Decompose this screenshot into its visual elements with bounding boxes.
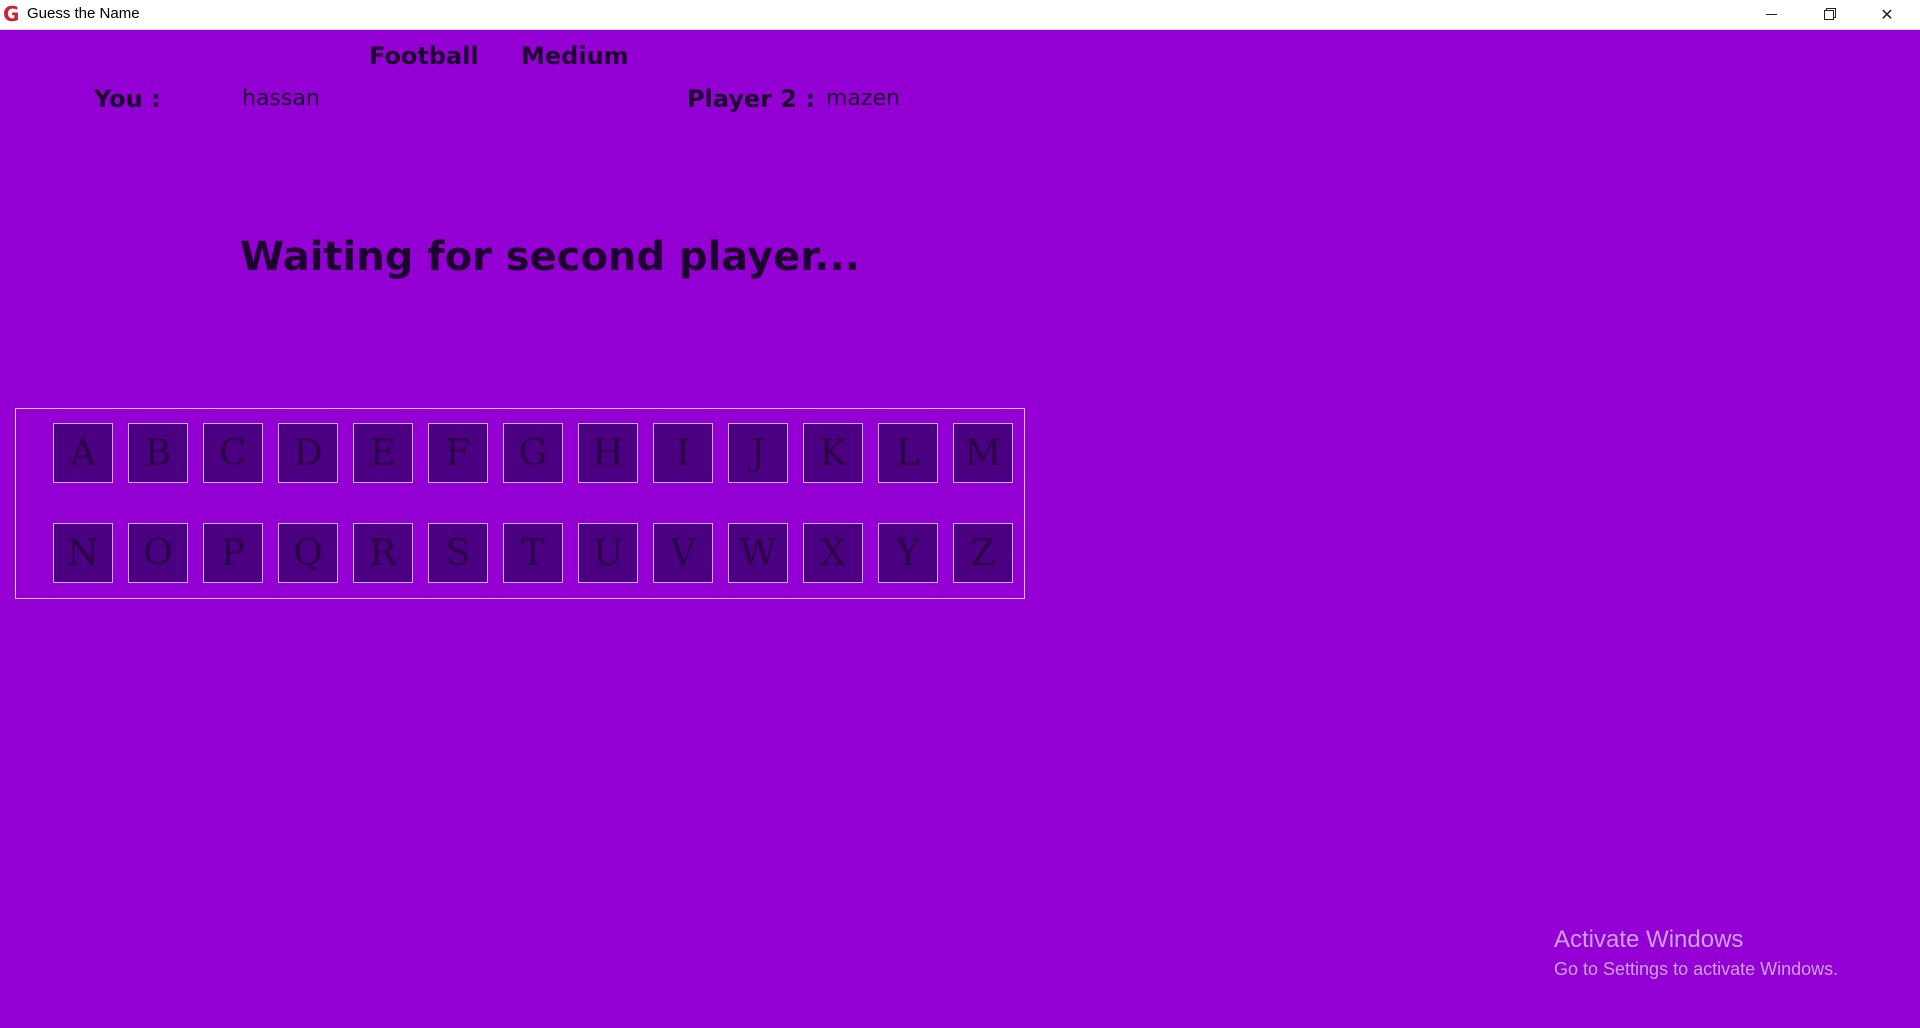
letter-key-f[interactable]: F	[428, 423, 488, 483]
letter-key-s[interactable]: S	[428, 523, 488, 583]
letter-key-u[interactable]: U	[578, 523, 638, 583]
category-label: Football	[369, 42, 479, 70]
letter-key-i[interactable]: I	[653, 423, 713, 483]
letter-key-v[interactable]: V	[653, 523, 713, 583]
letter-key-t[interactable]: T	[503, 523, 563, 583]
letter-key-b[interactable]: B	[128, 423, 188, 483]
player2-name: mazen	[826, 86, 900, 111]
letter-key-r[interactable]: R	[353, 523, 413, 583]
letter-key-l[interactable]: L	[878, 423, 938, 483]
maximize-icon[interactable]	[1800, 0, 1858, 29]
letter-keyboard: ABCDEFGHIJKLM NOPQRSTUVWXYZ	[15, 408, 1025, 599]
difficulty-label: Medium	[521, 42, 629, 70]
letter-key-e[interactable]: E	[353, 423, 413, 483]
letter-key-y[interactable]: Y	[878, 523, 938, 583]
letter-key-g[interactable]: G	[503, 423, 563, 483]
letter-key-x[interactable]: X	[803, 523, 863, 583]
letter-key-q[interactable]: Q	[278, 523, 338, 583]
letter-key-a[interactable]: A	[53, 423, 113, 483]
letter-key-z[interactable]: Z	[953, 523, 1013, 583]
activation-watermark-subtitle: Go to Settings to activate Windows.	[1554, 959, 1839, 979]
status-message: Waiting for second player...	[240, 234, 860, 280]
letter-key-j[interactable]: J	[728, 423, 788, 483]
activation-watermark-title: Activate Windows	[1554, 926, 1744, 953]
app-logo-icon: G	[3, 2, 20, 26]
minimize-icon[interactable]	[1742, 0, 1800, 29]
you-label: You :	[94, 85, 161, 113]
title-bar: G Guess the Name ✕	[0, 0, 1920, 30]
letter-key-o[interactable]: O	[128, 523, 188, 583]
letter-key-c[interactable]: C	[203, 423, 263, 483]
letter-key-d[interactable]: D	[278, 423, 338, 483]
letter-key-m[interactable]: M	[953, 423, 1013, 483]
letter-key-h[interactable]: H	[578, 423, 638, 483]
letter-key-n[interactable]: N	[53, 523, 113, 583]
letter-key-k[interactable]: K	[803, 423, 863, 483]
you-name: hassan	[242, 86, 320, 111]
letter-key-p[interactable]: P	[203, 523, 263, 583]
letter-key-w[interactable]: W	[728, 523, 788, 583]
close-icon[interactable]: ✕	[1858, 0, 1916, 29]
window-title: Guess the Name	[27, 5, 140, 22]
player2-label: Player 2 :	[687, 85, 816, 113]
